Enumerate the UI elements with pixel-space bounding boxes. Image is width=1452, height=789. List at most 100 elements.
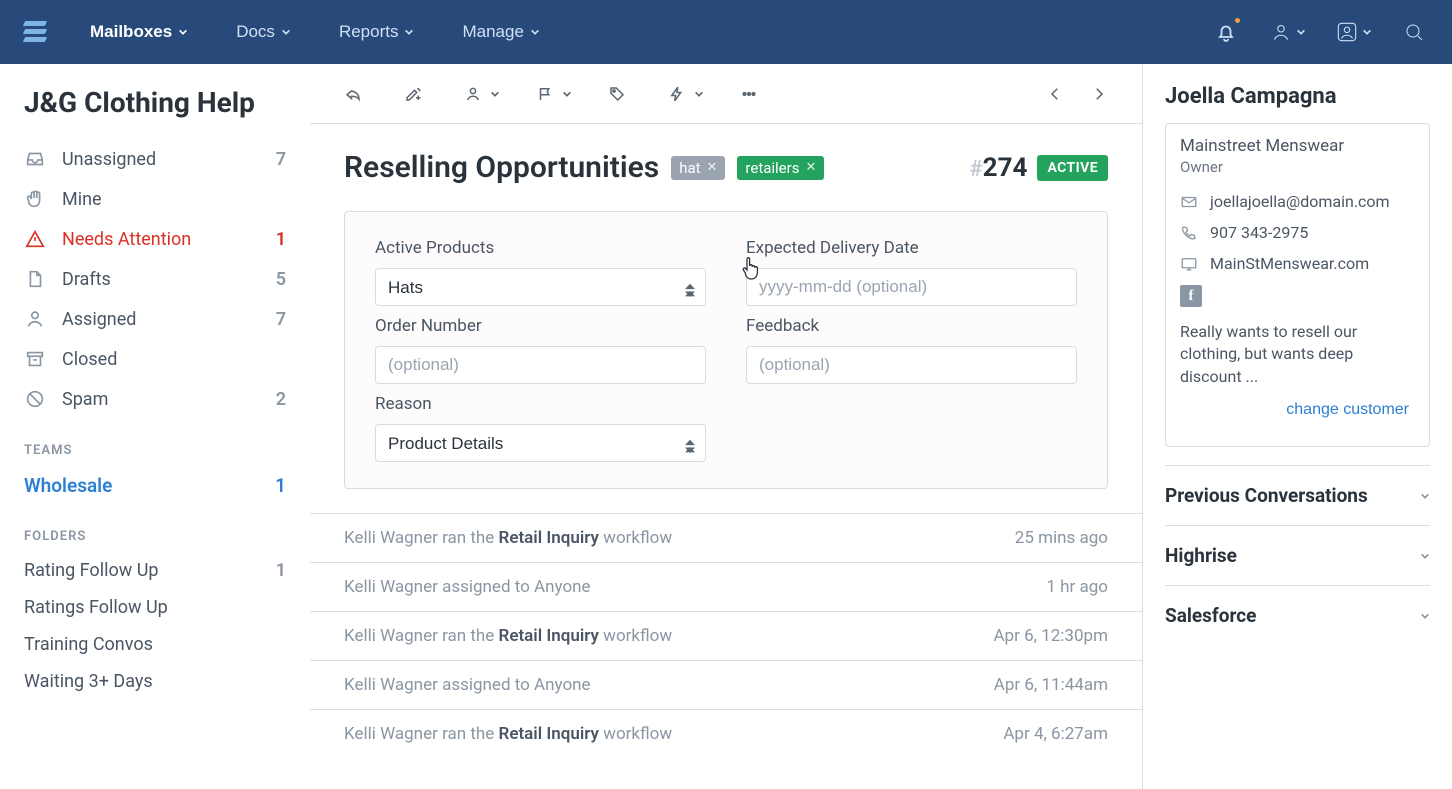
- search-icon: [1402, 20, 1426, 44]
- field-label-active-products: Active Products: [375, 238, 706, 258]
- users-icon: [1268, 19, 1294, 45]
- chevron-down-icon: [1420, 551, 1430, 561]
- timeline: Kelli Wagner ran the Retail Inquiry work…: [310, 513, 1142, 758]
- conversation-number: #274: [970, 153, 1028, 183]
- person-icon: [24, 308, 46, 330]
- users-menu-button[interactable]: [1268, 18, 1306, 46]
- side-section-highrise[interactable]: Highrise: [1165, 525, 1430, 585]
- customer-panel: Joella Campagna Mainstreet Menswear Owne…: [1142, 64, 1452, 789]
- sidebar-folder[interactable]: Waiting 3+ Days: [0, 663, 310, 700]
- chevron-down-icon: [1420, 611, 1430, 621]
- tag-remove-icon[interactable]: ✕: [707, 160, 718, 175]
- customer-card: Mainstreet Menswear Owner joellajoella@d…: [1165, 123, 1430, 447]
- sidebar-item-needs-attention[interactable]: Needs Attention 1: [0, 219, 310, 259]
- timeline-row: Kelli Wagner ran the Retail Inquiry work…: [310, 611, 1142, 660]
- change-customer-button[interactable]: change customer: [1280, 400, 1415, 420]
- reply-button[interactable]: [338, 79, 368, 109]
- sidebar-item-spam[interactable]: Spam 2: [0, 379, 310, 419]
- sidebar-folder-label: Waiting 3+ Days: [24, 671, 286, 692]
- timeline-time: 1 hr ago: [1046, 577, 1108, 597]
- customer-name: Joella Campagna: [1165, 84, 1430, 109]
- sidebar-folder-label: Training Convos: [24, 634, 286, 655]
- nav-reports[interactable]: Reports: [333, 21, 421, 43]
- prev-conversation-button[interactable]: [1040, 79, 1070, 109]
- customer-phone-row[interactable]: 907 343-2975: [1180, 217, 1415, 248]
- tag-hat[interactable]: hat ✕: [671, 156, 725, 180]
- sidebar-folder[interactable]: Rating Follow Up 1: [0, 552, 310, 589]
- bolt-icon: [668, 81, 686, 107]
- nav-mailboxes[interactable]: Mailboxes: [84, 21, 194, 43]
- nav-docs[interactable]: Docs: [230, 21, 297, 43]
- sidebar-folders-header: FOLDERS: [0, 505, 310, 552]
- chevron-left-icon: [1046, 83, 1064, 105]
- timeline-time: 25 mins ago: [1015, 528, 1108, 548]
- sidebar-item-count: 7: [276, 149, 286, 170]
- customer-email-row[interactable]: joellajoella@domain.com: [1180, 186, 1415, 217]
- sidebar-team-wholesale[interactable]: Wholesale 1: [0, 466, 310, 505]
- side-section-label: Salesforce: [1165, 604, 1420, 627]
- person-square-icon: [1334, 19, 1360, 45]
- side-section-salesforce[interactable]: Salesforce: [1165, 585, 1430, 645]
- customer-website-row[interactable]: MainStMenswear.com: [1180, 248, 1415, 279]
- tag-button[interactable]: [602, 79, 632, 109]
- status-button[interactable]: [530, 79, 560, 109]
- phone-icon: [1180, 224, 1198, 242]
- account-menu-button[interactable]: [1334, 18, 1372, 46]
- hand-icon: [24, 188, 46, 210]
- expected-delivery-input[interactable]: [746, 268, 1077, 306]
- sidebar-teams-header: TEAMS: [0, 419, 310, 466]
- order-number-input[interactable]: [375, 346, 706, 384]
- sidebar-item-label: Mine: [62, 189, 270, 210]
- reply-icon: [344, 81, 362, 107]
- tag-retailers[interactable]: retailers ✕: [737, 156, 824, 180]
- field-label-order-number: Order Number: [375, 316, 706, 336]
- search-button[interactable]: [1400, 18, 1428, 46]
- side-section-previous-conversations[interactable]: Previous Conversations: [1165, 465, 1430, 525]
- sidebar-folder[interactable]: Training Convos: [0, 626, 310, 663]
- nav-reports-label: Reports: [339, 22, 399, 42]
- facebook-icon[interactable]: f: [1180, 285, 1202, 307]
- chevron-down-icon: [1362, 27, 1372, 37]
- workflow-button[interactable]: [662, 79, 692, 109]
- next-conversation-button[interactable]: [1084, 79, 1114, 109]
- conversation-panel: Reselling Opportunities hat ✕ retailers …: [310, 64, 1142, 789]
- timeline-row: Kelli Wagner ran the Retail Inquiry work…: [310, 513, 1142, 562]
- nav-manage[interactable]: Manage: [456, 21, 545, 43]
- more-button[interactable]: [734, 79, 764, 109]
- notifications-button[interactable]: [1212, 18, 1240, 46]
- tag-label: retailers: [745, 159, 799, 177]
- chevron-down-icon: [694, 89, 704, 99]
- sidebar-folder[interactable]: Ratings Follow Up: [0, 589, 310, 626]
- sidebar-item-count: 1: [276, 229, 286, 250]
- active-products-select[interactable]: Hats: [375, 268, 706, 306]
- sidebar-item-label: Assigned: [62, 309, 260, 330]
- customer-role: Owner: [1180, 158, 1415, 176]
- sidebar-folder-label: Ratings Follow Up: [24, 597, 286, 618]
- sidebar-item-drafts[interactable]: Drafts 5: [0, 259, 310, 299]
- nav-docs-label: Docs: [236, 22, 275, 42]
- feedback-input[interactable]: [746, 346, 1077, 384]
- nav-manage-label: Manage: [462, 22, 523, 42]
- file-icon: [24, 268, 46, 290]
- assign-button[interactable]: [458, 79, 488, 109]
- tag-remove-icon[interactable]: ✕: [805, 160, 816, 175]
- app-logo[interactable]: [24, 18, 48, 46]
- sidebar-item-count: 2: [276, 389, 286, 410]
- sidebar-item-unassigned[interactable]: Unassigned 7: [0, 139, 310, 179]
- chevron-down-icon: [490, 89, 500, 99]
- customer-company: Mainstreet Menswear: [1180, 136, 1415, 156]
- tag-icon: [608, 81, 626, 107]
- sidebar-team-count: 1: [275, 474, 286, 497]
- nav-mailboxes-label: Mailboxes: [90, 22, 172, 42]
- chevron-down-icon: [1296, 27, 1306, 37]
- pencil-plus-icon: [404, 81, 422, 107]
- sidebar-item-count: 5: [276, 269, 286, 290]
- sidebar-item-assigned[interactable]: Assigned 7: [0, 299, 310, 339]
- reason-select[interactable]: Product Details: [375, 424, 706, 462]
- sidebar-item-closed[interactable]: Closed: [0, 339, 310, 379]
- note-button[interactable]: [398, 79, 428, 109]
- sidebar-item-label: Needs Attention: [62, 229, 260, 250]
- sidebar-item-mine[interactable]: Mine: [0, 179, 310, 219]
- conversation-title: Reselling Opportunities: [344, 150, 659, 185]
- chevron-down-icon: [178, 27, 188, 37]
